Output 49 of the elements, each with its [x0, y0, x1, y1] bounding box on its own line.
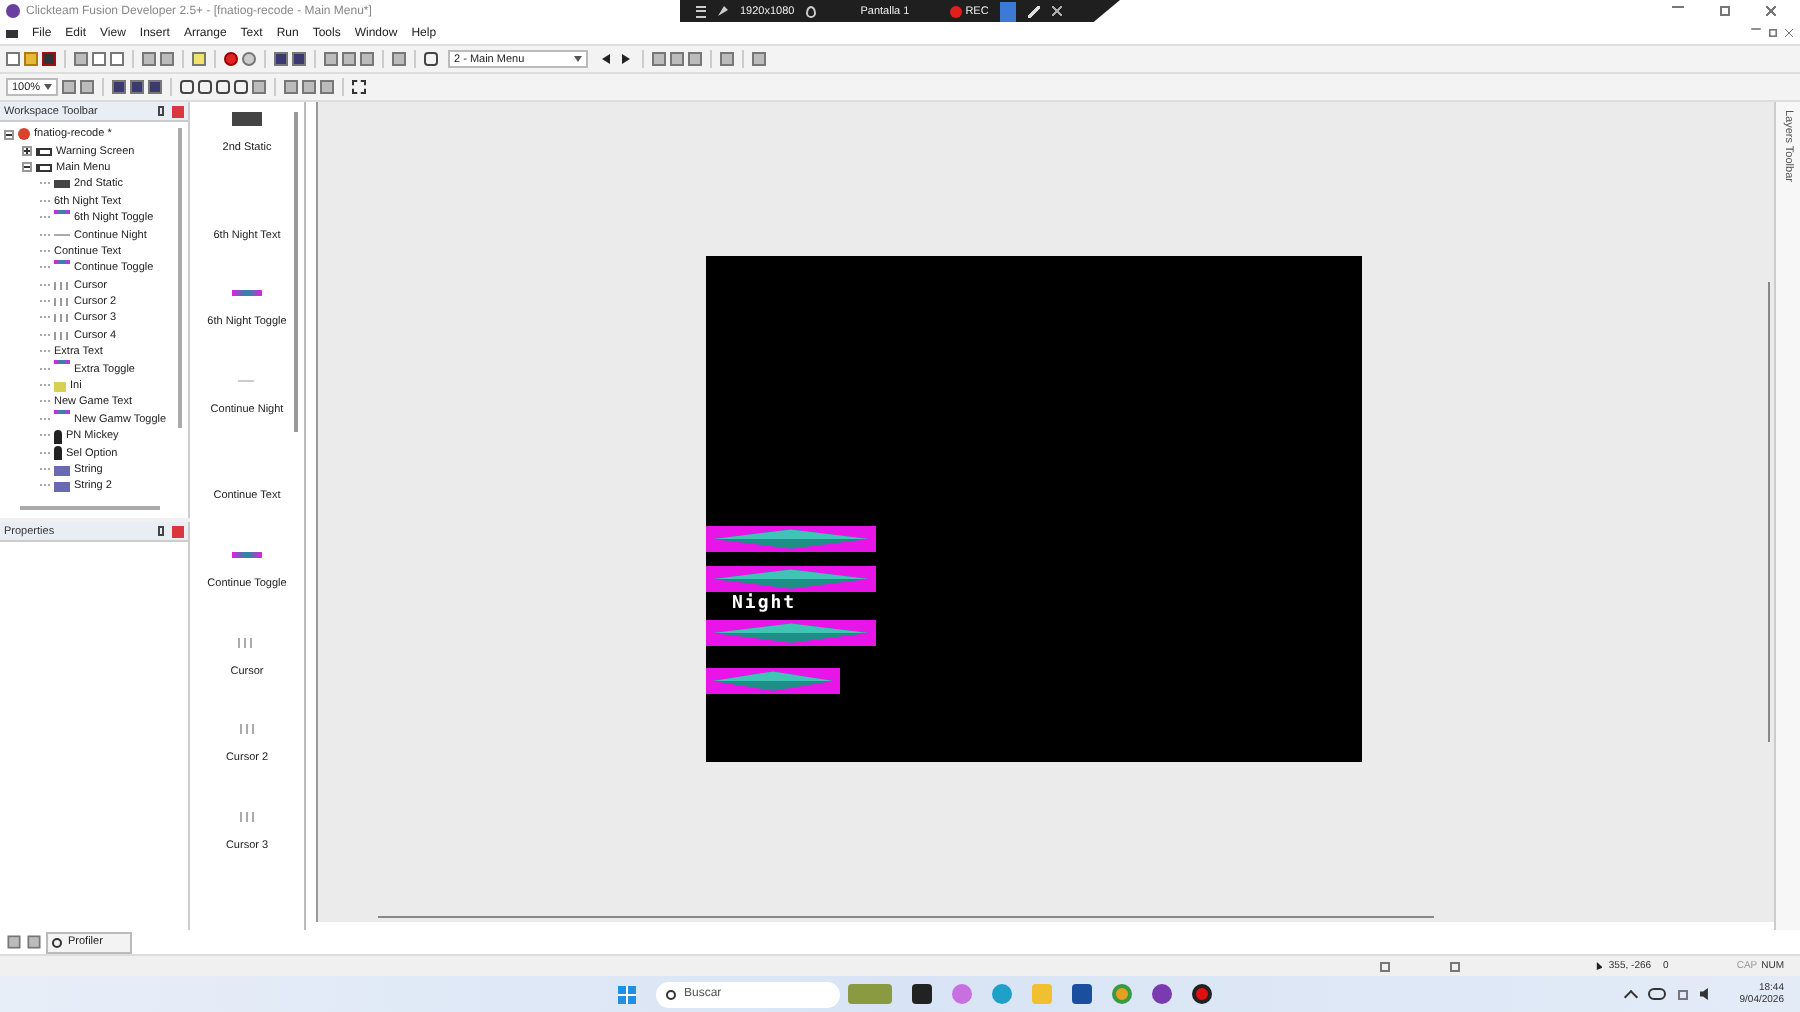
bar-icon: [54, 259, 70, 264]
backdrop-icon: [232, 112, 262, 126]
scrollbar[interactable]: [1768, 282, 1770, 742]
record-icon[interactable]: [1192, 984, 1212, 1004]
pen-icon[interactable]: [1028, 5, 1041, 17]
ini-icon: [54, 381, 66, 392]
fit-icon[interactable]: [352, 80, 366, 94]
record-dot-icon: [949, 5, 962, 17]
bar-icon: [54, 360, 70, 365]
caret-icon: [44, 84, 52, 90]
square-icon[interactable]: [720, 52, 734, 66]
maximize-icon[interactable]: [1720, 6, 1730, 16]
app-icon: [18, 128, 30, 141]
cloud-icon[interactable]: [1647, 988, 1666, 1000]
bar-icon: [232, 551, 262, 558]
bar-icon: [54, 209, 70, 214]
scrollbar[interactable]: [294, 112, 298, 432]
close-icon[interactable]: [172, 105, 184, 117]
speaker-icon[interactable]: [1699, 988, 1712, 1000]
app-icon[interactable]: [1152, 984, 1172, 1004]
close-icon[interactable]: [1052, 6, 1063, 16]
scrollbar[interactable]: [20, 506, 160, 510]
close-icon[interactable]: [1766, 6, 1776, 16]
app-logo-icon: [6, 4, 20, 18]
new-file-icon[interactable]: [6, 52, 20, 66]
stop-icon[interactable]: [242, 52, 256, 66]
open-folder-icon[interactable]: [24, 52, 38, 66]
cursor-icon: [1596, 962, 1603, 970]
canvas-text: Night: [732, 594, 799, 614]
restore-icon[interactable]: [1769, 29, 1777, 37]
system-menu-icon[interactable]: [6, 29, 18, 37]
bar-icon: [54, 410, 70, 415]
expander-icon[interactable]: [22, 162, 32, 173]
dash-icon: [54, 234, 70, 237]
close-icon[interactable]: [1785, 29, 1793, 37]
help-icon[interactable]: [192, 52, 206, 66]
bar-icon: [232, 290, 262, 297]
scrollbar[interactable]: [178, 128, 182, 428]
close-icon[interactable]: [172, 525, 184, 537]
monitor-icon[interactable]: [1677, 989, 1688, 999]
expander-icon[interactable]: [4, 129, 14, 140]
expander-icon[interactable]: [22, 146, 32, 157]
backdrop-icon: [54, 180, 70, 189]
windows-logo-icon[interactable]: [618, 985, 636, 1003]
clock-icon: [52, 937, 62, 947]
scrollbar[interactable]: [378, 916, 1434, 918]
run-icon[interactable]: [224, 52, 238, 66]
caret-icon: [574, 56, 582, 62]
dash-icon: [238, 379, 255, 382]
